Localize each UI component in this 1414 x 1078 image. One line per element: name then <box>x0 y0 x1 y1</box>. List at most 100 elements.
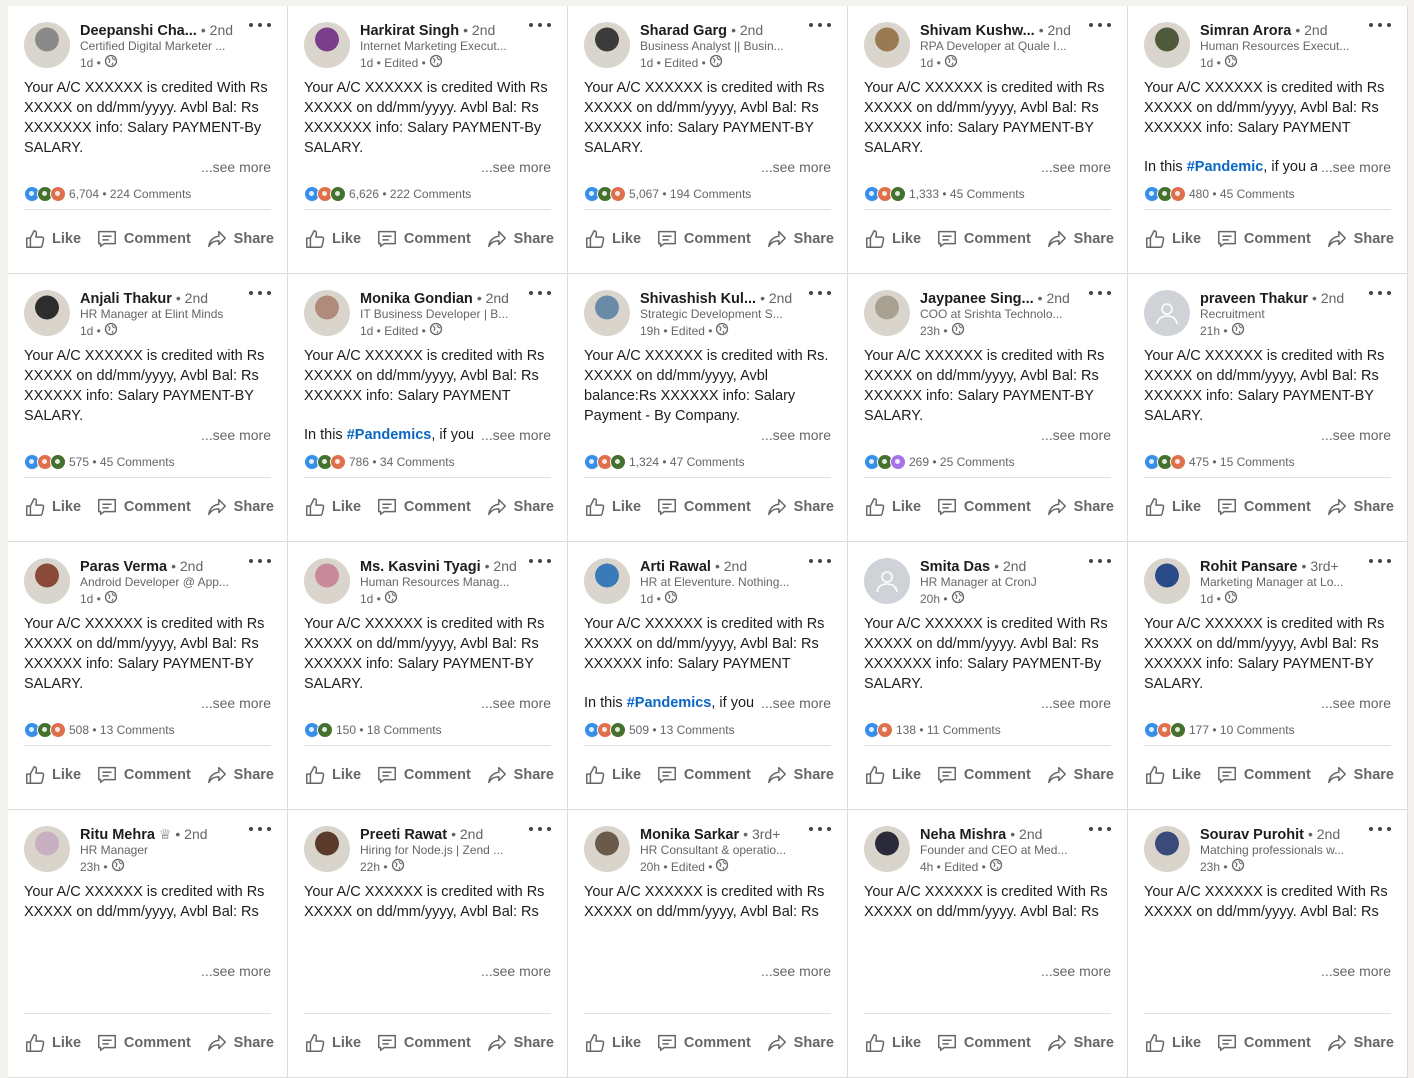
see-more-link[interactable]: ...see more <box>476 426 551 444</box>
comment-count[interactable]: • 194 Comments <box>662 187 751 201</box>
share-button[interactable]: Share <box>480 490 560 524</box>
see-more-link[interactable]: ...see more <box>1036 962 1111 980</box>
social-counts[interactable]: 6,704 • 224 Comments <box>24 186 191 202</box>
author-line[interactable]: Simran Arora • 2nd <box>1200 22 1365 38</box>
share-button[interactable]: Share <box>1040 222 1120 256</box>
comment-button[interactable]: Comment <box>650 1026 757 1060</box>
author-line[interactable]: Smita Das • 2nd <box>920 558 1085 574</box>
author-name[interactable]: Ms. Kasvini Tyagi <box>360 559 481 574</box>
share-button[interactable]: Share <box>200 1026 280 1060</box>
more-options-icon[interactable] <box>1089 18 1111 32</box>
comment-button[interactable]: Comment <box>1210 490 1317 524</box>
see-more-link[interactable]: ...see more <box>196 426 271 444</box>
comment-button[interactable]: Comment <box>90 758 197 792</box>
more-options-icon[interactable] <box>1089 822 1111 836</box>
comment-button[interactable]: Comment <box>930 490 1037 524</box>
like-button[interactable]: Like <box>298 490 367 524</box>
author-line[interactable]: Monika Gondian • 2nd <box>360 290 525 306</box>
avatar[interactable] <box>304 826 350 872</box>
social-counts[interactable]: 480 • 45 Comments <box>1144 186 1295 202</box>
comment-count[interactable]: • 224 Comments <box>102 187 191 201</box>
like-button[interactable]: Like <box>18 490 87 524</box>
author-name[interactable]: Sourav Purohit <box>1200 827 1304 842</box>
see-more-link[interactable]: ...see more <box>1036 426 1111 444</box>
comment-button[interactable]: Comment <box>650 222 757 256</box>
share-button[interactable]: Share <box>1320 490 1400 524</box>
reaction-count[interactable]: 177 <box>1189 723 1209 737</box>
author-line[interactable]: Sharad Garg • 2nd <box>640 22 805 38</box>
see-more-link[interactable]: ...see more <box>756 962 831 980</box>
more-options-icon[interactable] <box>529 286 551 300</box>
comment-count[interactable]: • 25 Comments <box>932 455 1014 469</box>
share-button[interactable]: Share <box>480 758 560 792</box>
comment-button[interactable]: Comment <box>650 758 757 792</box>
reaction-count[interactable]: 508 <box>69 723 89 737</box>
see-more-link[interactable]: ...see more <box>1036 694 1111 712</box>
share-button[interactable]: Share <box>1040 490 1120 524</box>
author-name[interactable]: Jaypanee Sing... <box>920 291 1034 306</box>
author-line[interactable]: Rohit Pansare • 3rd+ <box>1200 558 1365 574</box>
avatar[interactable] <box>24 558 70 604</box>
like-button[interactable]: Like <box>298 758 367 792</box>
author-name[interactable]: Arti Rawal <box>640 559 711 574</box>
hashtag-link[interactable]: #Pandemics <box>347 427 432 443</box>
comment-button[interactable]: Comment <box>930 758 1037 792</box>
author-name[interactable]: Sharad Garg <box>640 23 727 38</box>
comment-count[interactable]: • 45 Comments <box>1212 187 1294 201</box>
social-counts[interactable]: 1,324 • 47 Comments <box>584 454 745 470</box>
reaction-count[interactable]: 150 <box>336 723 356 737</box>
like-button[interactable]: Like <box>1138 1026 1207 1060</box>
social-counts[interactable] <box>304 990 313 1006</box>
author-line[interactable]: Shivashish Kul... • 2nd <box>640 290 805 306</box>
avatar[interactable] <box>304 558 350 604</box>
comment-button[interactable]: Comment <box>1210 1026 1317 1060</box>
author-name[interactable]: Monika Gondian <box>360 291 473 306</box>
author-line[interactable]: Ritu Mehra ♕ • 2nd <box>80 826 245 842</box>
comment-count[interactable]: • 15 Comments <box>1212 455 1294 469</box>
like-button[interactable]: Like <box>578 490 647 524</box>
social-counts[interactable] <box>24 990 33 1006</box>
like-button[interactable]: Like <box>858 490 927 524</box>
share-button[interactable]: Share <box>200 490 280 524</box>
like-button[interactable]: Like <box>858 1026 927 1060</box>
comment-count[interactable]: • 18 Comments <box>359 723 441 737</box>
share-button[interactable]: Share <box>200 758 280 792</box>
share-button[interactable]: Share <box>760 1026 840 1060</box>
comment-button[interactable]: Comment <box>930 1026 1037 1060</box>
avatar[interactable] <box>1144 826 1190 872</box>
more-options-icon[interactable] <box>529 18 551 32</box>
avatar[interactable] <box>864 290 910 336</box>
reaction-count[interactable]: 138 <box>896 723 916 737</box>
see-more-link[interactable]: ...see more <box>1036 158 1111 176</box>
comment-count[interactable]: • 45 Comments <box>942 187 1024 201</box>
like-button[interactable]: Like <box>1138 490 1207 524</box>
author-line[interactable]: Jaypanee Sing... • 2nd <box>920 290 1085 306</box>
share-button[interactable]: Share <box>480 222 560 256</box>
author-line[interactable]: Preeti Rawat • 2nd <box>360 826 525 842</box>
share-button[interactable]: Share <box>1320 1026 1400 1060</box>
more-options-icon[interactable] <box>809 554 831 568</box>
more-options-icon[interactable] <box>249 822 271 836</box>
comment-count[interactable]: • 13 Comments <box>92 723 174 737</box>
comment-count[interactable]: • 222 Comments <box>382 187 471 201</box>
comment-button[interactable]: Comment <box>1210 758 1317 792</box>
see-more-link[interactable]: ...see more <box>476 158 551 176</box>
see-more-link[interactable]: ...see more <box>196 694 271 712</box>
author-name[interactable]: praveen Thakur <box>1200 291 1308 306</box>
avatar[interactable] <box>304 290 350 336</box>
comment-button[interactable]: Comment <box>370 758 477 792</box>
social-counts[interactable]: 1,333 • 45 Comments <box>864 186 1025 202</box>
comment-count[interactable]: • 34 Comments <box>372 455 454 469</box>
avatar[interactable] <box>304 22 350 68</box>
comment-button[interactable]: Comment <box>370 490 477 524</box>
comment-count[interactable]: • 45 Comments <box>92 455 174 469</box>
more-options-icon[interactable] <box>1089 554 1111 568</box>
more-options-icon[interactable] <box>809 286 831 300</box>
social-counts[interactable]: 269 • 25 Comments <box>864 454 1015 470</box>
more-options-icon[interactable] <box>1369 822 1391 836</box>
share-button[interactable]: Share <box>1320 222 1400 256</box>
social-counts[interactable]: 5,067 • 194 Comments <box>584 186 751 202</box>
social-counts[interactable]: 150 • 18 Comments <box>304 722 442 738</box>
comment-button[interactable]: Comment <box>90 1026 197 1060</box>
comment-button[interactable]: Comment <box>1210 222 1317 256</box>
